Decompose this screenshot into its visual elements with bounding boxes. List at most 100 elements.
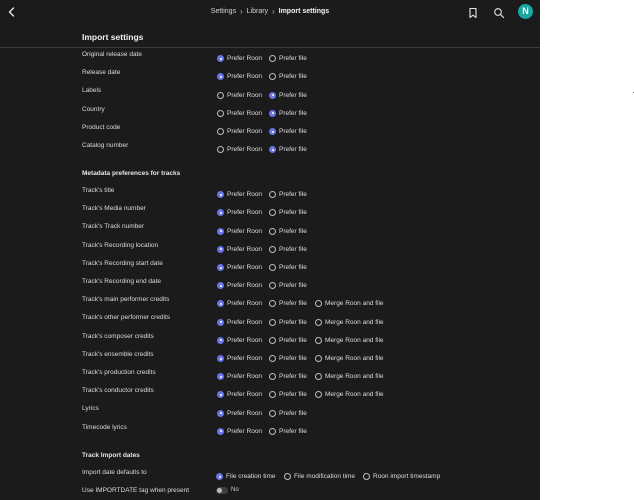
option-merge-roon-and-file[interactable]: Merge Roon and file <box>315 368 384 381</box>
option-prefer-file[interactable]: Prefer file <box>269 295 307 308</box>
option-merge-roon-and-file[interactable]: Merge Roon and file <box>315 332 384 344</box>
row-label: Labels <box>82 87 102 95</box>
row-label: Release date <box>82 69 121 77</box>
option-prefer-roon[interactable]: Prefer Roon <box>217 350 262 363</box>
radio-icon <box>217 91 224 99</box>
breadcrumb-library[interactable]: Library <box>247 8 268 15</box>
importdate-tag-toggle[interactable] <box>216 487 228 494</box>
option-label: Prefer file <box>279 409 307 417</box>
option-label: Prefer file <box>279 209 307 217</box>
option-prefer-file[interactable]: Prefer file <box>269 186 307 199</box>
option-prefer-file[interactable]: Prefer file <box>269 68 307 81</box>
option-label: Prefer Roon <box>227 227 263 235</box>
option-prefer-roon[interactable]: Prefer Roon <box>217 204 262 217</box>
setting-row-product-code: Product code Prefer Roon Prefer file <box>0 121 540 136</box>
option-prefer-file[interactable]: Prefer file <box>269 105 307 117</box>
option-merge-roon-and-file[interactable]: Merge Roon and file <box>315 350 384 363</box>
option-prefer-roon[interactable]: Prefer Roon <box>217 332 262 344</box>
breadcrumb-settings[interactable]: Settings <box>211 8 236 15</box>
option-prefer-roon[interactable]: Prefer Roon <box>217 50 262 63</box>
option-label: Merge Roon and file <box>325 336 384 344</box>
option-prefer-file[interactable]: Prefer file <box>269 404 307 417</box>
option-merge-roon-and-file[interactable]: Merge Roon and file <box>315 386 384 399</box>
radio-icon <box>217 128 224 136</box>
option-prefer-roon[interactable]: Prefer Roon <box>217 423 262 435</box>
setting-row-track-s-recording-end-date: Track's Recording end date Prefer Roon Pre… <box>0 275 540 290</box>
option-label: Prefer file <box>279 55 307 63</box>
option-prefer-file[interactable]: Prefer file <box>269 204 307 217</box>
option-file-creation-time[interactable]: File creation time <box>216 468 276 481</box>
option-label: Prefer file <box>279 427 307 435</box>
option-label: Prefer file <box>279 245 307 253</box>
radio-icon <box>217 373 224 381</box>
setting-row-catalog-number: Catalog number Prefer Roon Prefer file <box>0 139 540 154</box>
option-prefer-roon[interactable]: Prefer Roon <box>217 241 263 253</box>
option-label: Prefer Roon <box>227 245 263 253</box>
option-prefer-roon[interactable]: Prefer Roon <box>217 368 262 381</box>
option-label: Prefer file <box>279 373 307 381</box>
radio-icon <box>217 300 224 308</box>
bookmark-icon <box>469 7 477 19</box>
option-prefer-file[interactable]: Prefer file <box>269 423 307 435</box>
radio-icon <box>269 409 276 417</box>
option-roon-import-timestamp[interactable]: Roon import timestamp <box>363 468 440 481</box>
option-prefer-file[interactable]: Prefer file <box>269 241 307 253</box>
chevron-right-icon: › <box>240 7 243 16</box>
setting-row-labels: Labels Prefer Roon Prefer file <box>0 84 540 99</box>
option-prefer-roon[interactable]: Prefer Roon <box>217 141 262 154</box>
search-button[interactable] <box>493 6 505 19</box>
radio-icon <box>217 409 224 417</box>
option-label: Prefer file <box>279 282 307 290</box>
option-merge-roon-and-file[interactable]: Merge Roon and file <box>315 295 384 308</box>
radio-icon <box>217 355 224 363</box>
radio-icon <box>217 391 224 399</box>
setting-row-track-s-track-number: Track's Track number Prefer Roon Prefer fi… <box>0 220 540 235</box>
option-prefer-roon[interactable]: Prefer Roon <box>217 386 263 399</box>
option-prefer-file[interactable]: Prefer file <box>269 123 307 136</box>
option-prefer-file[interactable]: Prefer file <box>269 86 307 99</box>
avatar[interactable]: N <box>518 4 533 19</box>
bookmark-button[interactable] <box>467 6 479 19</box>
option-prefer-roon[interactable]: Prefer Roon <box>217 86 262 99</box>
importdate-tag-row: Use IMPORTDATE tag when present No <box>0 484 540 498</box>
option-label: Prefer file <box>279 128 307 136</box>
row-label: Timecode lyrics <box>82 423 127 431</box>
option-prefer-file[interactable]: Prefer file <box>269 368 307 381</box>
option-prefer-file[interactable]: Prefer file <box>269 332 307 344</box>
setting-row-track-s-production-credits: Track's production credits Prefer Roon Pre… <box>0 366 540 381</box>
option-prefer-file[interactable]: Prefer file <box>269 313 307 326</box>
radio-icon <box>269 427 276 435</box>
option-label: Prefer file <box>279 73 307 81</box>
row-label: Product code <box>82 123 121 131</box>
option-prefer-roon[interactable]: Prefer Roon <box>217 222 263 235</box>
setting-row-track-s-title: Track's title Prefer Roon Prefer file <box>0 184 540 199</box>
option-prefer-roon[interactable]: Prefer Roon <box>217 68 262 81</box>
option-prefer-file[interactable]: Prefer file <box>269 386 307 399</box>
option-prefer-roon[interactable]: Prefer Roon <box>217 277 263 290</box>
option-prefer-file[interactable]: Prefer file <box>269 222 307 235</box>
option-prefer-roon[interactable]: Prefer Roon <box>217 186 262 199</box>
option-merge-roon-and-file[interactable]: Merge Roon and file <box>315 313 384 326</box>
option-file-modification-time[interactable]: File modification time <box>284 468 355 481</box>
option-label: Merge Roon and file <box>325 355 384 363</box>
option-label: Prefer file <box>279 300 307 308</box>
radio-icon <box>269 264 276 272</box>
option-prefer-roon[interactable]: Prefer Roon <box>217 259 262 272</box>
option-prefer-file[interactable]: Prefer file <box>269 277 307 290</box>
option-label: Prefer Roon <box>227 391 263 399</box>
radio-icon <box>284 473 291 481</box>
option-prefer-file[interactable]: Prefer file <box>269 50 307 63</box>
row-label: Original release date <box>82 51 142 58</box>
option-prefer-roon[interactable]: Prefer Roon <box>217 295 262 308</box>
option-prefer-roon[interactable]: Prefer Roon <box>217 313 262 326</box>
radio-icon <box>269 373 276 381</box>
radio-icon <box>217 282 224 290</box>
option-prefer-file[interactable]: Prefer file <box>269 141 307 154</box>
option-prefer-file[interactable]: Prefer file <box>269 259 307 272</box>
option-prefer-file[interactable]: Prefer file <box>269 350 307 363</box>
option-prefer-roon[interactable]: Prefer Roon <box>217 105 262 117</box>
option-prefer-roon[interactable]: Prefer Roon <box>217 404 262 417</box>
option-label: Prefer Roon <box>227 282 263 290</box>
setting-row-track-s-media-number: Track's Media number Prefer Roon Prefer fi… <box>0 202 540 217</box>
option-prefer-roon[interactable]: Prefer Roon <box>217 123 262 136</box>
